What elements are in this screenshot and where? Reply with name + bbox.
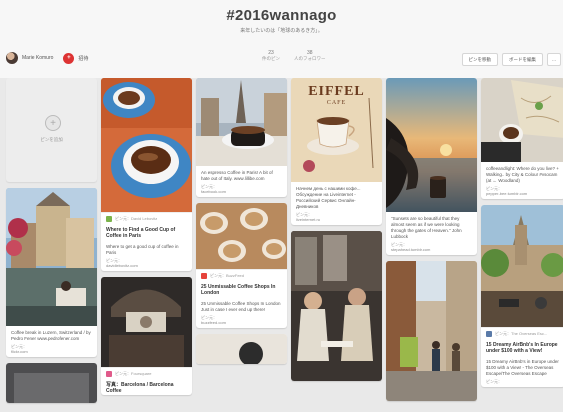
pin-card-sunset[interactable]: "Sunsets are so beautiful that they almo… (386, 78, 477, 255)
add-pin-label: ピンを追加 (40, 137, 63, 142)
move-pins-button[interactable]: ピンを移動 (461, 53, 498, 66)
pin-description: 15 Dreamy AirBnb's in Europe under $100 … (486, 359, 559, 376)
pin-source[interactable]: ピン元： (481, 379, 563, 387)
pin-image[interactable] (481, 78, 563, 162)
pin-attribution[interactable]: ピン元：David Lebovitz (101, 212, 192, 225)
pin-attribution[interactable]: ピン元：The Overseas Esc... (481, 327, 563, 340)
pin-description: An espresso Coffee in Paris! A bit of ha… (201, 170, 273, 181)
pin-card-coffee-map[interactable]: coffeeandlight: Where do you live? + Wal… (481, 78, 563, 199)
pin-image[interactable] (481, 205, 563, 327)
pin-image[interactable] (6, 363, 97, 403)
pin-description: Coffee break in Luzern, Switzerland / by… (11, 330, 91, 341)
pin-column-2: ピン元：David Lebovitz Where to Find a Good … (101, 78, 192, 401)
pin-image[interactable] (386, 78, 477, 212)
pin-count[interactable]: 23 件のピン (262, 50, 280, 62)
invite-label[interactable]: 招待 (78, 55, 88, 62)
pin-attribution[interactable]: ピン元：Foursquare (101, 367, 192, 380)
source-icon (486, 331, 492, 337)
source-icon (201, 273, 207, 279)
source-icon (106, 216, 112, 222)
pin-description: Where to get a good cup of coffee in Par… (106, 244, 179, 255)
owner-name[interactable]: Marie Komuro (22, 55, 53, 61)
invite-icon[interactable]: + (63, 52, 75, 64)
pin-image[interactable] (386, 261, 477, 401)
pin-column-5: "Sunsets are so beautiful that they almo… (386, 78, 477, 407)
board-stats: 23 件のピン 38 人のフォロワー (262, 50, 326, 62)
pin-card-lucerne[interactable]: Coffee break in Luzern, Switzerland / by… (6, 188, 97, 357)
pin-card-foursquare[interactable]: ピン元：Foursquare 写真：Barcelona / Barcelona … (101, 277, 192, 395)
pin-column-1: + ピンを追加 Coffee break in Luzern, Switzerl… (6, 78, 97, 409)
pin-description: coffeeandlight: Where do you live? + Wal… (486, 166, 559, 183)
pin-image[interactable] (101, 78, 192, 212)
pin-card-partial-1[interactable] (6, 363, 97, 403)
pin-source[interactable]: ピン元： facebook.com (196, 184, 287, 197)
more-button[interactable]: … (547, 53, 561, 66)
pin-source[interactable]: ピン元： buzzfeed.com (196, 315, 287, 328)
pin-card-eiffel-cafe[interactable]: EIFFEL CAFE Начнем день с нашими кофе...… (291, 78, 382, 225)
pin-column-6: coffeeandlight: Where do you live? + Wal… (481, 78, 563, 393)
pin-attribution[interactable]: ピン元：BuzzFeed (196, 269, 287, 282)
pin-column-4: EIFFEL CAFE Начнем день с нашими кофе...… (291, 78, 382, 387)
pin-card-london[interactable]: ピン元：BuzzFeed 25 Unmissable Coffee Shops … (196, 203, 287, 328)
pin-description: 25 Unmissable Coffee Shops In London Jus… (201, 301, 281, 312)
edit-board-button[interactable]: ボードを編集 (502, 53, 543, 66)
eiffel-sign: EIFFEL (308, 84, 365, 99)
pin-description: "Sunsets are so beautiful that they almo… (391, 216, 462, 239)
follower-count[interactable]: 38 人のフォロワー (294, 50, 326, 62)
pin-image[interactable]: EIFFEL CAFE (291, 78, 382, 182)
source-icon (106, 371, 112, 377)
pin-source[interactable]: ピン元： stepahead.tumblr.com (386, 242, 477, 255)
pin-card-paris-espresso[interactable]: An espresso Coffee in Paris! A bit of ha… (196, 78, 287, 197)
plus-icon: + (45, 115, 61, 131)
board-description: 来年したいのは「地球のあるき方」。 (240, 28, 323, 34)
pin-title[interactable]: 写真：Barcelona / Barcelona Coffee (101, 380, 192, 395)
add-pin-button[interactable]: + ピンを追加 (6, 78, 97, 182)
pin-title[interactable]: Where to Find a Good Cup of Coffee in Pa… (101, 225, 192, 240)
pin-column-3: An espresso Coffee in Paris! A bit of ha… (196, 78, 287, 370)
pin-card-coffee-paris[interactable]: ピン元：David Lebovitz Where to Find a Good … (101, 78, 192, 271)
pin-card-street[interactable] (386, 261, 477, 401)
pin-title[interactable]: 15 Dreamy AirBnb's In Europe under $100 … (481, 340, 563, 355)
pin-card-partial-3[interactable] (196, 334, 287, 364)
avatar[interactable] (6, 52, 18, 64)
pin-image[interactable] (196, 334, 287, 364)
pin-image[interactable] (196, 78, 287, 166)
pin-title[interactable]: 25 Unmissable Coffee Shops In London (196, 282, 287, 297)
pin-description: Начнем день с нашими кофе... Обсуждение … (296, 186, 361, 209)
pin-source[interactable]: ピン元： pepper-bee.tumblr.com (481, 186, 563, 199)
pin-image[interactable] (101, 277, 192, 367)
pin-source[interactable]: ピン元： liveinternet.ru (291, 212, 382, 225)
pin-source[interactable]: ピン元： davidlebovitz.com (101, 258, 192, 271)
cafe-sign: CAFE (326, 100, 347, 106)
pin-image[interactable] (196, 203, 287, 269)
pin-source[interactable]: ピン元： flickr.com (6, 344, 97, 357)
board-header: #2016wannago 来年したいのは「地球のあるき方」。 Marie Kom… (0, 0, 563, 78)
board-actions: ピンを移動 ボードを編集 … (461, 53, 561, 66)
board-owner[interactable]: Marie Komuro + 招待 (6, 52, 88, 64)
pin-card-cafe-people[interactable] (291, 231, 382, 381)
pin-image[interactable] (6, 188, 97, 326)
pin-image[interactable] (291, 231, 382, 381)
pin-card-europe[interactable]: ピン元：The Overseas Esc... 15 Dreamy AirBnb… (481, 205, 563, 387)
board-title: #2016wannago (226, 7, 337, 24)
